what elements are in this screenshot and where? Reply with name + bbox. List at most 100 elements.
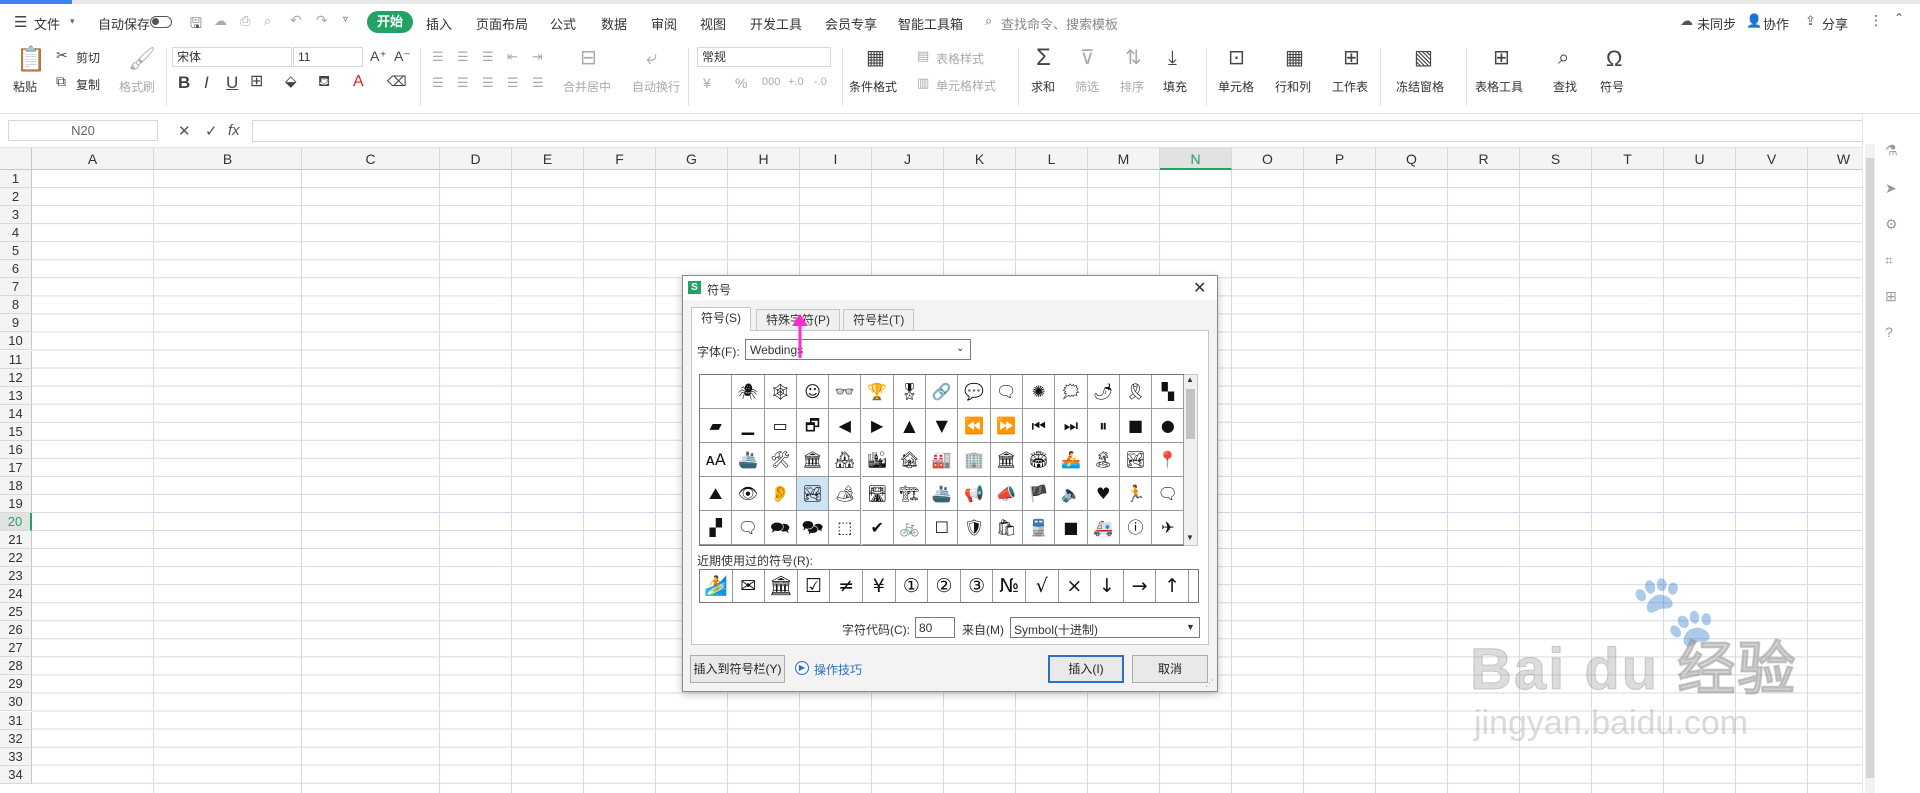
currency-icon[interactable]: ¥	[703, 76, 711, 90]
symbol-cell[interactable]: 🏞	[796, 477, 830, 511]
symbol-cell[interactable]: 👓	[829, 375, 862, 409]
command-search[interactable]: 查找命令、搜索模板	[1001, 14, 1118, 33]
symbol-cell[interactable]: 🏭	[926, 443, 959, 477]
recent-symbol-cell[interactable]: ↑	[1156, 570, 1189, 602]
collab-button[interactable]: 协作	[1763, 14, 1789, 33]
column-header-A[interactable]: A	[32, 148, 154, 170]
column-header-Q[interactable]: Q	[1376, 148, 1448, 170]
autosave-toggle[interactable]	[150, 16, 172, 28]
column-header-J[interactable]: J	[872, 148, 944, 170]
column-header-G[interactable]: G	[656, 148, 728, 170]
symbol-cell[interactable]: ■	[1055, 511, 1088, 545]
align-top-icon[interactable]: ☰	[432, 50, 444, 63]
cell-button[interactable]: 单元格	[1218, 78, 1254, 95]
row-header-23[interactable]: 23	[0, 567, 32, 586]
bucket-icon[interactable]: ⛾	[318, 74, 330, 89]
symbol-cell[interactable]: ●	[1152, 409, 1185, 443]
symbol-cell[interactable]: ▶	[861, 409, 894, 443]
symbol-cell[interactable]: 🗫	[796, 511, 830, 545]
symbol-cell[interactable]: 🏚	[893, 443, 927, 477]
paste-button[interactable]: 粘贴	[13, 78, 37, 95]
undo-icon[interactable]: ↶	[290, 12, 302, 29]
scroll-up-icon[interactable]: ▲	[1186, 375, 1194, 384]
align-right-icon[interactable]: ☰	[482, 76, 494, 89]
symbol-cell[interactable]: 🗨	[1152, 477, 1185, 511]
collapse-icon[interactable]: ⌃	[1894, 11, 1904, 25]
row-header-15[interactable]: 15	[0, 422, 32, 441]
symbol-cell[interactable]: 👁	[732, 477, 765, 511]
filter-button[interactable]: 筛选	[1075, 78, 1099, 95]
symbol-cell[interactable]: ⏪	[958, 409, 991, 443]
tab-page-layout[interactable]: 页面布局	[476, 14, 528, 33]
symbol-cell[interactable]: 🔈	[1055, 477, 1088, 511]
symbol-cell[interactable]: 🎗	[1119, 375, 1153, 409]
symbol-cell[interactable]: 🗨	[990, 375, 1023, 409]
align-left-icon[interactable]: ☰	[432, 76, 444, 89]
fx-label[interactable]: fx	[228, 122, 240, 139]
tab-formulas[interactable]: 公式	[550, 14, 576, 33]
column-header-O[interactable]: O	[1232, 148, 1304, 170]
font-name-select[interactable]: 宋体	[172, 47, 292, 67]
hamburger-icon[interactable]: ☰	[14, 13, 27, 31]
symbol-cell[interactable]: ⏮	[1023, 409, 1056, 443]
symbol-cell[interactable]: 🚢	[732, 443, 765, 477]
font-color-icon[interactable]: A	[353, 74, 364, 90]
close-icon[interactable]: ✕	[1193, 278, 1206, 298]
worksheet-button[interactable]: 工作表	[1332, 78, 1368, 95]
file-menu[interactable]: 文件	[34, 14, 60, 33]
recent-symbol-cell[interactable]: →	[1124, 570, 1157, 602]
fill-button[interactable]: 填充	[1163, 78, 1187, 95]
symbol-cell[interactable]: 🚣	[1055, 443, 1088, 477]
symbol-cell[interactable]: 🏗	[893, 477, 927, 511]
row-header-1[interactable]: 1	[0, 170, 32, 188]
symbol-cell[interactable]: ▼	[926, 409, 959, 443]
copy-button[interactable]: 复制	[76, 76, 100, 93]
column-header-D[interactable]: D	[440, 148, 512, 170]
print-icon[interactable]: ⎙	[240, 13, 250, 29]
symbol-cell[interactable]: 🗨	[732, 511, 765, 545]
format-painter-button[interactable]: 格式刷	[119, 78, 155, 95]
symbol-cell[interactable]: 🚲	[893, 511, 927, 545]
column-header-R[interactable]: R	[1448, 148, 1520, 170]
recent-symbol-cell[interactable]: ②	[928, 570, 961, 602]
cursor-icon[interactable]: ➤	[1885, 180, 1901, 196]
insert-to-bar-button[interactable]: 插入到符号栏(Y)	[690, 655, 785, 683]
sum-button[interactable]: 求和	[1031, 78, 1055, 95]
symbol-cell[interactable]: 🕸	[764, 375, 797, 409]
select-all-corner[interactable]	[0, 148, 32, 170]
table-tools-button[interactable]: 表格工具	[1475, 78, 1523, 95]
row-header-3[interactable]: 3	[0, 206, 32, 225]
scrollbar-thumb[interactable]	[1186, 389, 1195, 439]
row-header-28[interactable]: 28	[0, 657, 32, 676]
more-icon[interactable]: ⋮	[1869, 12, 1883, 29]
symbol-cell[interactable]: 🗗	[796, 409, 830, 443]
fill-color-icon[interactable]: ⬙	[285, 74, 297, 89]
recent-symbol-cell[interactable]: √	[1026, 570, 1059, 602]
column-header-P[interactable]: P	[1304, 148, 1376, 170]
cancel-icon[interactable]: ✕	[178, 122, 191, 140]
row-header-34[interactable]: 34	[0, 765, 32, 784]
tab-review[interactable]: 审阅	[651, 14, 677, 33]
font-size-select[interactable]: 11	[293, 47, 363, 67]
italic-icon[interactable]: I	[204, 74, 209, 91]
symbol-button[interactable]: 符号	[1600, 78, 1624, 95]
symbol-cell[interactable]: ✔	[861, 511, 894, 545]
symbol-cell[interactable]: 🏴	[1023, 477, 1056, 511]
distribute-icon[interactable]: ☰	[532, 76, 544, 89]
preview-icon[interactable]: ⌕	[264, 13, 271, 29]
symbol-cell[interactable]: ⏸	[1087, 409, 1120, 443]
vertical-scrollbar[interactable]	[1865, 144, 1875, 793]
symbol-cell[interactable]: ▲	[893, 409, 927, 443]
merge-center-button[interactable]: 合并居中	[563, 78, 611, 95]
column-header-V[interactable]: V	[1736, 148, 1808, 170]
symbol-cell[interactable]: 💬	[958, 375, 991, 409]
increase-decimal-icon[interactable]: +.0	[788, 77, 804, 88]
number-format-select[interactable]: 常规	[697, 47, 831, 67]
align-bottom-icon[interactable]: ☰	[482, 50, 494, 63]
find-button[interactable]: 查找	[1553, 78, 1577, 95]
row-header-18[interactable]: 18	[0, 476, 32, 495]
row-header-10[interactable]: 10	[0, 332, 32, 351]
symbol-cell[interactable]: 🛠	[764, 443, 797, 477]
help-icon[interactable]: ?	[1885, 324, 1901, 340]
cut-button[interactable]: 剪切	[76, 49, 100, 66]
